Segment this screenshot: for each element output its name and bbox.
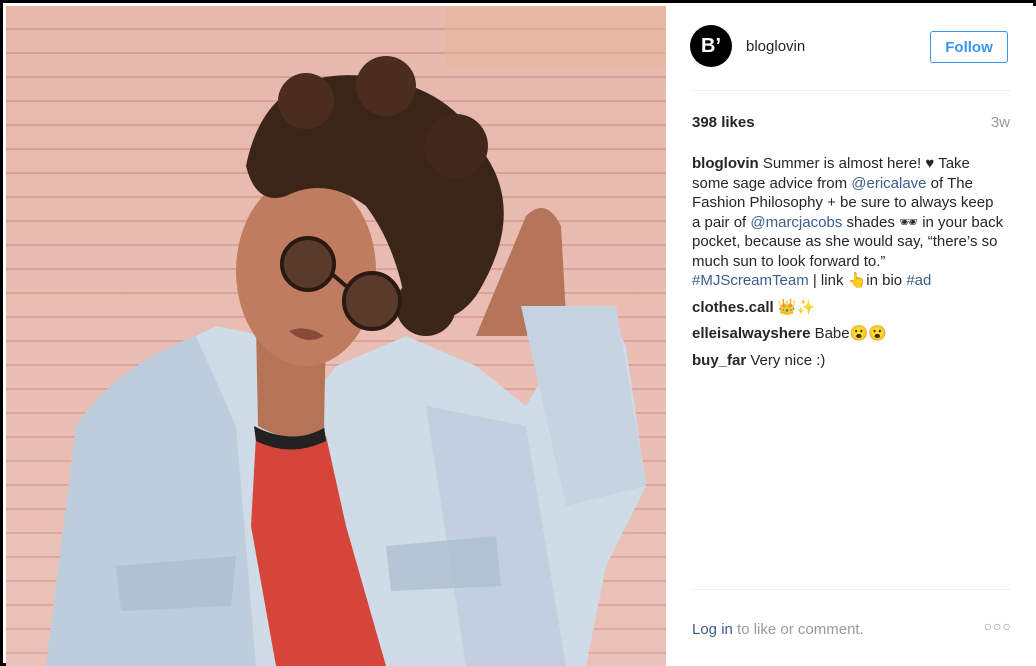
more-options-icon[interactable]: ○○○ xyxy=(984,618,1012,634)
username[interactable]: bloglovin xyxy=(746,38,805,55)
likes-count[interactable]: 398 likes xyxy=(692,114,755,131)
avatar[interactable]: B’ xyxy=(690,25,732,67)
hashtag-link[interactable]: #MJScreamTeam xyxy=(692,272,809,289)
post-side-panel: B’ bloglovin Follow 398 likes 3w bloglov… xyxy=(666,6,1036,666)
comments-list: bloglovin Summer is almost here! ♥ Take … xyxy=(692,154,1004,377)
comment-item: elleisalwayshere Babe😮😮 xyxy=(692,324,1004,344)
comment-text: 👑✨ xyxy=(773,298,816,316)
caption-text-4: | link 👆in bio xyxy=(808,272,907,289)
caption-author[interactable]: bloglovin xyxy=(692,155,759,172)
comment-item: buy_far Very nice :) xyxy=(692,351,1004,371)
hashtag-link[interactable]: #ad xyxy=(906,272,931,289)
post-photo[interactable] xyxy=(6,6,666,666)
comment-author[interactable]: elleisalwayshere xyxy=(692,325,810,342)
post-photo-illustration xyxy=(46,6,666,666)
comment-item: clothes.call 👑✨ xyxy=(692,298,1004,318)
caption: bloglovin Summer is almost here! ♥ Take … xyxy=(692,154,1004,291)
comment-author[interactable]: clothes.call xyxy=(692,299,774,316)
footer-divider xyxy=(690,589,1010,590)
post-frame: B’ bloglovin Follow 398 likes 3w bloglov… xyxy=(0,0,1036,666)
comment-author[interactable]: buy_far xyxy=(692,352,746,369)
mention-link[interactable]: @marcjacobs xyxy=(750,214,842,231)
comment-text: Very nice :) xyxy=(746,351,826,369)
post-time[interactable]: 3w xyxy=(991,114,1010,131)
login-rest: to like or comment. xyxy=(732,621,864,638)
post-header: B’ bloglovin Follow xyxy=(690,24,1010,74)
login-prompt: Log in to like or comment. xyxy=(692,621,864,638)
follow-button[interactable]: Follow xyxy=(930,31,1008,63)
header-divider xyxy=(690,90,1010,91)
login-link[interactable]: Log in xyxy=(692,621,733,638)
mention-link[interactable]: @ericalave xyxy=(851,175,926,192)
comment-text: Babe😮😮 xyxy=(810,325,887,342)
